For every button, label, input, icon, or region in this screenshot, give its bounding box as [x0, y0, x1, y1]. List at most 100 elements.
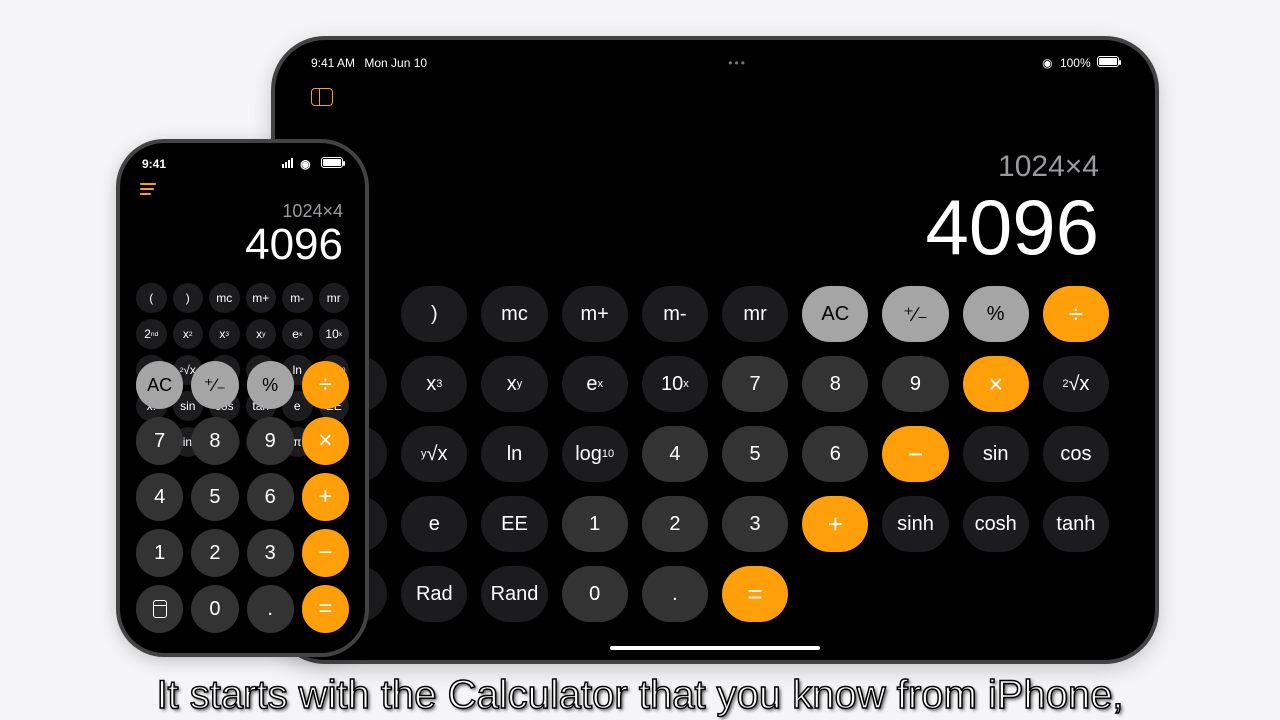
all-clear-button[interactable]: AC	[136, 361, 183, 409]
digit-4-button[interactable]: 4	[136, 473, 183, 521]
digit-2-button[interactable]: 2	[642, 496, 708, 552]
decimal-button[interactable]: .	[642, 566, 708, 622]
sinh-button[interactable]: sinh	[882, 496, 948, 552]
phone-display: 1024×4 4096	[245, 201, 343, 268]
cosh-button[interactable]: cosh	[963, 496, 1029, 552]
digit-3-button[interactable]: 3	[722, 496, 788, 552]
phone-main-keypad: AC⁺∕₋%÷ 789× 456+123− 0.=	[136, 361, 349, 633]
percent-button[interactable]: %	[963, 286, 1029, 342]
wifi-icon: ◉	[1042, 56, 1052, 70]
equals-button[interactable]: =	[722, 566, 788, 622]
memory-clear-button[interactable]: mc	[481, 286, 547, 342]
x-cubed-button[interactable]: x3	[209, 319, 240, 349]
iphone-device: 9:41 ◉ 1024×4 4096 ()mcm+m-mr2ndx2x3xyex…	[120, 143, 365, 653]
digit-2-button[interactable]: 2	[191, 529, 238, 577]
subtitle-caption: It starts with the Calculator that you k…	[0, 673, 1280, 720]
add-button[interactable]: +	[802, 496, 868, 552]
x-power-y-button[interactable]: xy	[246, 319, 277, 349]
x-power-y-button[interactable]: xy	[481, 356, 547, 412]
tanh-button[interactable]: tanh	[1043, 496, 1109, 552]
history-list-icon[interactable]	[140, 183, 156, 195]
calculator-icon	[153, 600, 167, 618]
digit-3-button[interactable]: 3	[247, 529, 294, 577]
memory-recall-button[interactable]: mr	[319, 283, 350, 313]
paren-open-button[interactable]: (	[136, 283, 167, 313]
sign-toggle-button[interactable]: ⁺∕₋	[191, 361, 238, 409]
digit-9-button[interactable]: 9	[247, 417, 294, 465]
digit-6-button[interactable]: 6	[802, 426, 868, 482]
calculator-mode-button[interactable]	[136, 585, 183, 633]
rad-button[interactable]: Rad	[401, 566, 467, 622]
add-button[interactable]: +	[302, 473, 349, 521]
status-right: ◉	[282, 157, 343, 171]
memory-plus-button[interactable]: m+	[562, 286, 628, 342]
expression-text: 1024×4	[925, 150, 1099, 184]
e-power-x-button[interactable]: ex	[282, 319, 313, 349]
battery-label: 100%	[1060, 56, 1091, 70]
digit-9-button[interactable]: 9	[882, 356, 948, 412]
digit-1-button[interactable]: 1	[136, 529, 183, 577]
rand-button[interactable]: Rand	[481, 566, 547, 622]
wifi-icon: ◉	[300, 157, 310, 171]
ipad-keypad: )mcm+m-mrAC⁺∕₋%÷x2x3xyex10x789×2√x3√xy√x…	[321, 286, 1109, 622]
decimal-button[interactable]: .	[247, 585, 294, 633]
result-text: 4096	[245, 222, 343, 268]
x-cubed-button[interactable]: x3	[401, 356, 467, 412]
multitask-dots-icon[interactable]: •••	[728, 56, 747, 70]
ten-power-x-button[interactable]: 10x	[642, 356, 708, 412]
digit-7-button[interactable]: 7	[722, 356, 788, 412]
cos-button[interactable]: cos	[1043, 426, 1109, 482]
digit-0-button[interactable]: 0	[562, 566, 628, 622]
e-power-x-button[interactable]: ex	[562, 356, 628, 412]
subtract-button[interactable]: −	[882, 426, 948, 482]
log-base-10-button[interactable]: log10	[562, 426, 628, 482]
natural-log-button[interactable]: ln	[481, 426, 547, 482]
digit-6-button[interactable]: 6	[247, 473, 294, 521]
digit-8-button[interactable]: 8	[191, 417, 238, 465]
divide-button[interactable]: ÷	[302, 361, 349, 409]
battery-icon	[321, 157, 343, 168]
paren-close-button[interactable]: )	[173, 283, 204, 313]
digit-5-button[interactable]: 5	[722, 426, 788, 482]
memory-minus-button[interactable]: m-	[282, 283, 313, 313]
multiply-button[interactable]: ×	[302, 417, 349, 465]
sign-toggle-button[interactable]: ⁺∕₋	[882, 286, 948, 342]
memory-minus-button[interactable]: m-	[642, 286, 708, 342]
ipad-device: 9:41 AM Mon Jun 10 ••• ◉ 100% 1024×4 409…	[275, 40, 1155, 660]
sin-button[interactable]: sin	[963, 426, 1029, 482]
result-text: 4096	[925, 188, 1099, 266]
home-indicator[interactable]	[610, 646, 820, 650]
y-root-button[interactable]: y√x	[401, 426, 467, 482]
ipad-status-bar: 9:41 AM Mon Jun 10 ••• ◉ 100%	[311, 56, 1119, 70]
percent-button[interactable]: %	[247, 361, 294, 409]
battery-icon	[1097, 56, 1119, 67]
euler-e-button[interactable]: e	[401, 496, 467, 552]
digit-5-button[interactable]: 5	[191, 473, 238, 521]
square-root-button[interactable]: 2√x	[1043, 356, 1109, 412]
digit-4-button[interactable]: 4	[642, 426, 708, 482]
ten-power-x-button[interactable]: 10x	[319, 319, 350, 349]
ipad-display: 1024×4 4096	[925, 150, 1099, 266]
sidebar-toggle-icon[interactable]	[311, 88, 333, 106]
status-time: 9:41	[142, 157, 166, 171]
all-clear-button[interactable]: AC	[802, 286, 868, 342]
subtract-button[interactable]: −	[302, 529, 349, 577]
digit-7-button[interactable]: 7	[136, 417, 183, 465]
second-button[interactable]: 2nd	[136, 319, 167, 349]
expression-text: 1024×4	[245, 201, 343, 222]
status-right: ◉ 100%	[1042, 56, 1119, 70]
digit-1-button[interactable]: 1	[562, 496, 628, 552]
equals-button[interactable]: =	[302, 585, 349, 633]
digit-8-button[interactable]: 8	[802, 356, 868, 412]
divide-button[interactable]: ÷	[1043, 286, 1109, 342]
x-squared-button[interactable]: x2	[173, 319, 204, 349]
paren-close-button[interactable]: )	[401, 286, 467, 342]
multiply-button[interactable]: ×	[963, 356, 1029, 412]
status-date: Mon Jun 10	[364, 56, 427, 70]
memory-recall-button[interactable]: mr	[722, 286, 788, 342]
ee-button[interactable]: EE	[481, 496, 547, 552]
status-time: 9:41 AM	[311, 56, 355, 70]
memory-clear-button[interactable]: mc	[209, 283, 240, 313]
digit-0-button[interactable]: 0	[191, 585, 238, 633]
memory-plus-button[interactable]: m+	[246, 283, 277, 313]
